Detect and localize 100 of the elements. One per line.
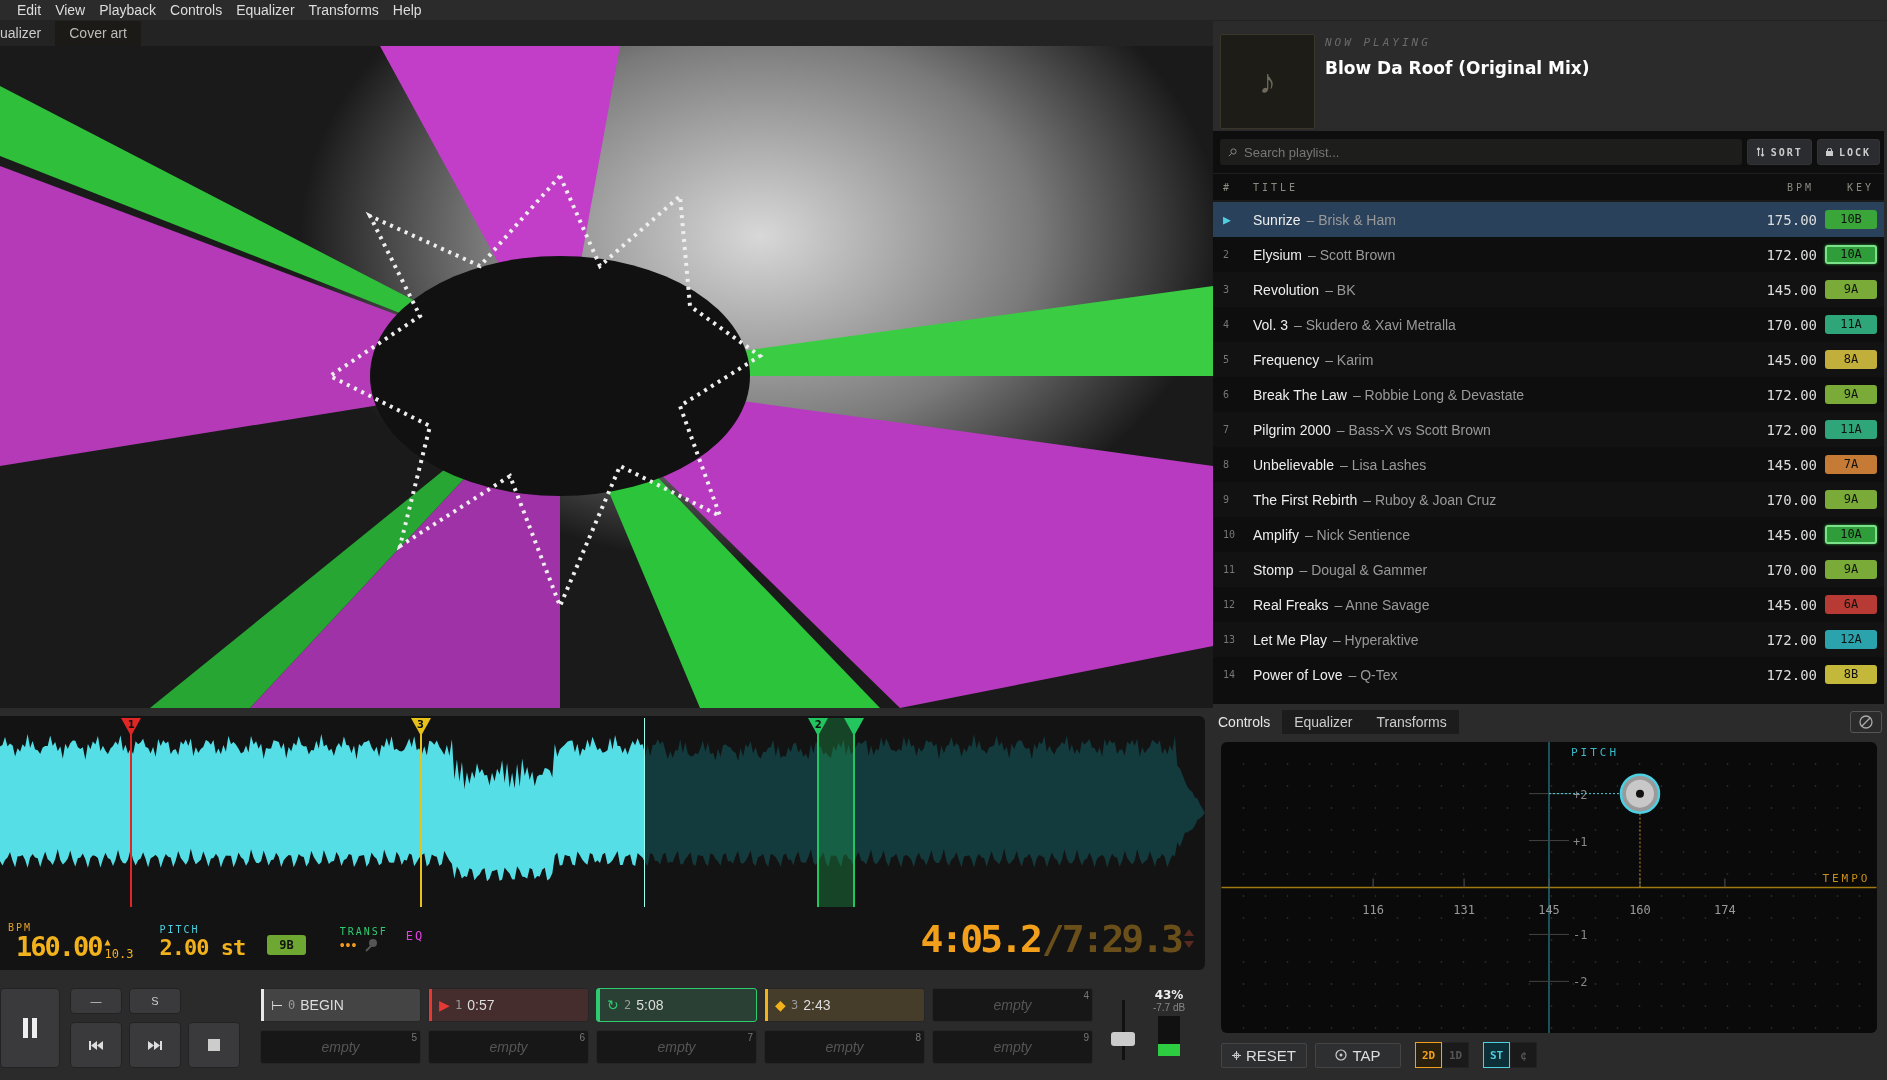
pad-number: 5: [411, 1032, 417, 1043]
playlist-row[interactable]: ▶ Sunrize – Brisk & Ham 175.00 10B: [1213, 202, 1884, 237]
bpm-value: 145.00: [1765, 456, 1818, 473]
target-icon: [1335, 1049, 1348, 1061]
key-badge: 8B: [1825, 665, 1877, 684]
playlist-row[interactable]: 3 Revolution – BK 145.00 9A: [1213, 272, 1884, 307]
playlist-row[interactable]: 8 Unbelievable – Lisa Lashes 145.00 7A: [1213, 447, 1884, 482]
cue-pad[interactable]: ↻ 2 5:08: [596, 988, 757, 1022]
menu-item[interactable]: Equalizer: [229, 2, 302, 18]
cue-pad[interactable]: empty 5: [260, 1030, 421, 1064]
key-badge: 11A: [1825, 420, 1877, 439]
now-playing-label: NOW PLAYING: [1325, 36, 1432, 49]
sort-icon: [1755, 147, 1765, 157]
key-badge: 10A: [1825, 525, 1877, 544]
track-artist: – Robbie Long & Devastate: [1352, 386, 1525, 403]
bpm-value: 172.00: [1765, 386, 1818, 403]
playlist-row[interactable]: 14 Power of Love – Q-Tex 172.00 8B: [1213, 657, 1884, 692]
row-number: 10: [1223, 529, 1237, 540]
small-button[interactable]: S: [129, 988, 181, 1014]
playlist-row[interactable]: 10 Amplify – Nick Sentience 145.00 10A: [1213, 517, 1884, 552]
cue-marker[interactable]: [844, 718, 865, 736]
bpm-value: 172.00: [1765, 246, 1818, 263]
transf-indicator: •••: [339, 937, 358, 953]
playlist-row[interactable]: 12 Real Freaks – Anne Savage 145.00 6A: [1213, 587, 1884, 622]
next-button[interactable]: [129, 1022, 181, 1068]
menu-item[interactable]: Playback: [92, 2, 164, 18]
track-title: Pilgrim 2000: [1253, 421, 1331, 438]
panel-tab[interactable]: Controls: [1213, 710, 1283, 734]
playlist-row[interactable]: 9 The First Rebirth – Ruboy & Joan Cruz 170.00 9A: [1213, 482, 1884, 517]
cue-pad[interactable]: empty 6: [428, 1030, 589, 1064]
playlist-row[interactable]: 11 Stomp – Dougal & Gammer 170.00 9A: [1213, 552, 1884, 587]
pitch-tempo-pad[interactable]: 116 131 145 160 174 +2 +1 -1 -2 TEMPO PITCH: [1221, 742, 1877, 1033]
transf-label: TRANSF: [339, 926, 388, 937]
volume-fader[interactable]: [1111, 1000, 1135, 1060]
pad-number: 8: [915, 1032, 921, 1043]
music-note-icon: ♪: [1259, 62, 1276, 101]
unit-toggle[interactable]: ST: [1483, 1042, 1510, 1068]
microphone-icon: [365, 938, 378, 952]
playlist-row[interactable]: 2 Elysium – Scott Brown 172.00 10A: [1213, 237, 1884, 272]
tap-button[interactable]: TAP: [1315, 1042, 1401, 1068]
cue-marker[interactable]: [121, 718, 142, 736]
position-knob[interactable]: [1619, 773, 1661, 814]
tick-label: 145: [1538, 902, 1560, 917]
key-badge: 6A: [1825, 595, 1877, 614]
playlist-row[interactable]: 4 Vol. 3 – Skudero & Xavi Metralla 170.00 11A: [1213, 307, 1884, 342]
cue-pad[interactable]: empty 4: [932, 988, 1093, 1022]
tick-label: 131: [1453, 902, 1475, 917]
menu-item[interactable]: View: [48, 2, 93, 18]
row-number: 5: [1223, 354, 1231, 365]
view-tab[interactable]: ualizer: [0, 21, 56, 46]
key-badge: 9A: [1825, 385, 1877, 404]
cue-marker[interactable]: [808, 718, 829, 736]
key-badge: 10B: [1825, 210, 1877, 229]
cue-pad[interactable]: empty 8: [764, 1030, 925, 1064]
row-number: 3: [1223, 284, 1231, 295]
tick-mark: [1639, 878, 1641, 888]
panel-tab[interactable]: Transforms: [1364, 710, 1459, 734]
track-title: Sunrize: [1253, 211, 1301, 228]
cue-pad[interactable]: empty 9: [932, 1030, 1093, 1064]
search-field[interactable]: Search playlist...: [1220, 139, 1742, 165]
track-title: Stomp: [1253, 561, 1294, 578]
panel-tab[interactable]: Equalizer: [1282, 710, 1365, 734]
mode-toggle[interactable]: 2D: [1415, 1042, 1442, 1068]
sort-button[interactable]: SORT: [1746, 139, 1812, 165]
menu-item[interactable]: Transforms: [301, 2, 386, 18]
previous-button[interactable]: [70, 1022, 122, 1068]
cue-pad[interactable]: ▶ 1 0:57: [428, 988, 589, 1022]
lock-button[interactable]: LOCK: [1816, 139, 1880, 165]
playlist-row[interactable]: 7 Pilgrim 2000 – Bass-X vs Scott Brown 172.00 11A: [1213, 412, 1884, 447]
menu-item[interactable]: Edit: [10, 2, 49, 18]
cue-pad[interactable]: ◆ 3 2:43: [764, 988, 925, 1022]
track-artist: – Skudero & Xavi Metralla: [1294, 316, 1456, 333]
track-title: Let Me Play: [1253, 631, 1327, 648]
small-button[interactable]: —: [70, 988, 122, 1014]
track-title: Amplify: [1253, 526, 1299, 543]
pad-number: 9: [1083, 1032, 1089, 1043]
disable-button[interactable]: [1850, 711, 1882, 733]
view-tab[interactable]: Cover art: [55, 21, 141, 46]
bpm-value: 145.00: [1765, 281, 1818, 298]
cue-pad[interactable]: empty 7: [596, 1030, 757, 1064]
row-number: 11: [1223, 564, 1237, 575]
track-title: Unbelievable: [1253, 456, 1334, 473]
pause-button[interactable]: [0, 988, 60, 1068]
tick-label: 174: [1714, 902, 1736, 917]
tick-label: -1: [1573, 928, 1588, 943]
stop-icon: [208, 1039, 220, 1051]
playlist-row[interactable]: 5 Frequency – Karim 145.00 8A: [1213, 342, 1884, 377]
reset-button[interactable]: RESET: [1221, 1042, 1307, 1068]
menu-item[interactable]: Controls: [163, 2, 230, 18]
playlist-row[interactable]: 13 Let Me Play – Hyperaktive 172.00 12A: [1213, 622, 1884, 657]
slashed-circle-icon: [1859, 715, 1873, 729]
stop-button[interactable]: [188, 1022, 240, 1068]
menu-item[interactable]: Help: [385, 2, 429, 18]
begin-icon: ⊢: [271, 997, 283, 1013]
key-badge: 10A: [1825, 245, 1877, 264]
cue-marker[interactable]: [410, 718, 431, 736]
cue-pad[interactable]: ⊢ 0 BEGIN: [260, 988, 421, 1022]
playlist-row[interactable]: 6 Break The Law – Robbie Long & Devastate 172.00 9A: [1213, 377, 1884, 412]
track-artist: – Nick Sentience: [1304, 526, 1410, 543]
fader-thumb[interactable]: [1111, 1032, 1135, 1047]
